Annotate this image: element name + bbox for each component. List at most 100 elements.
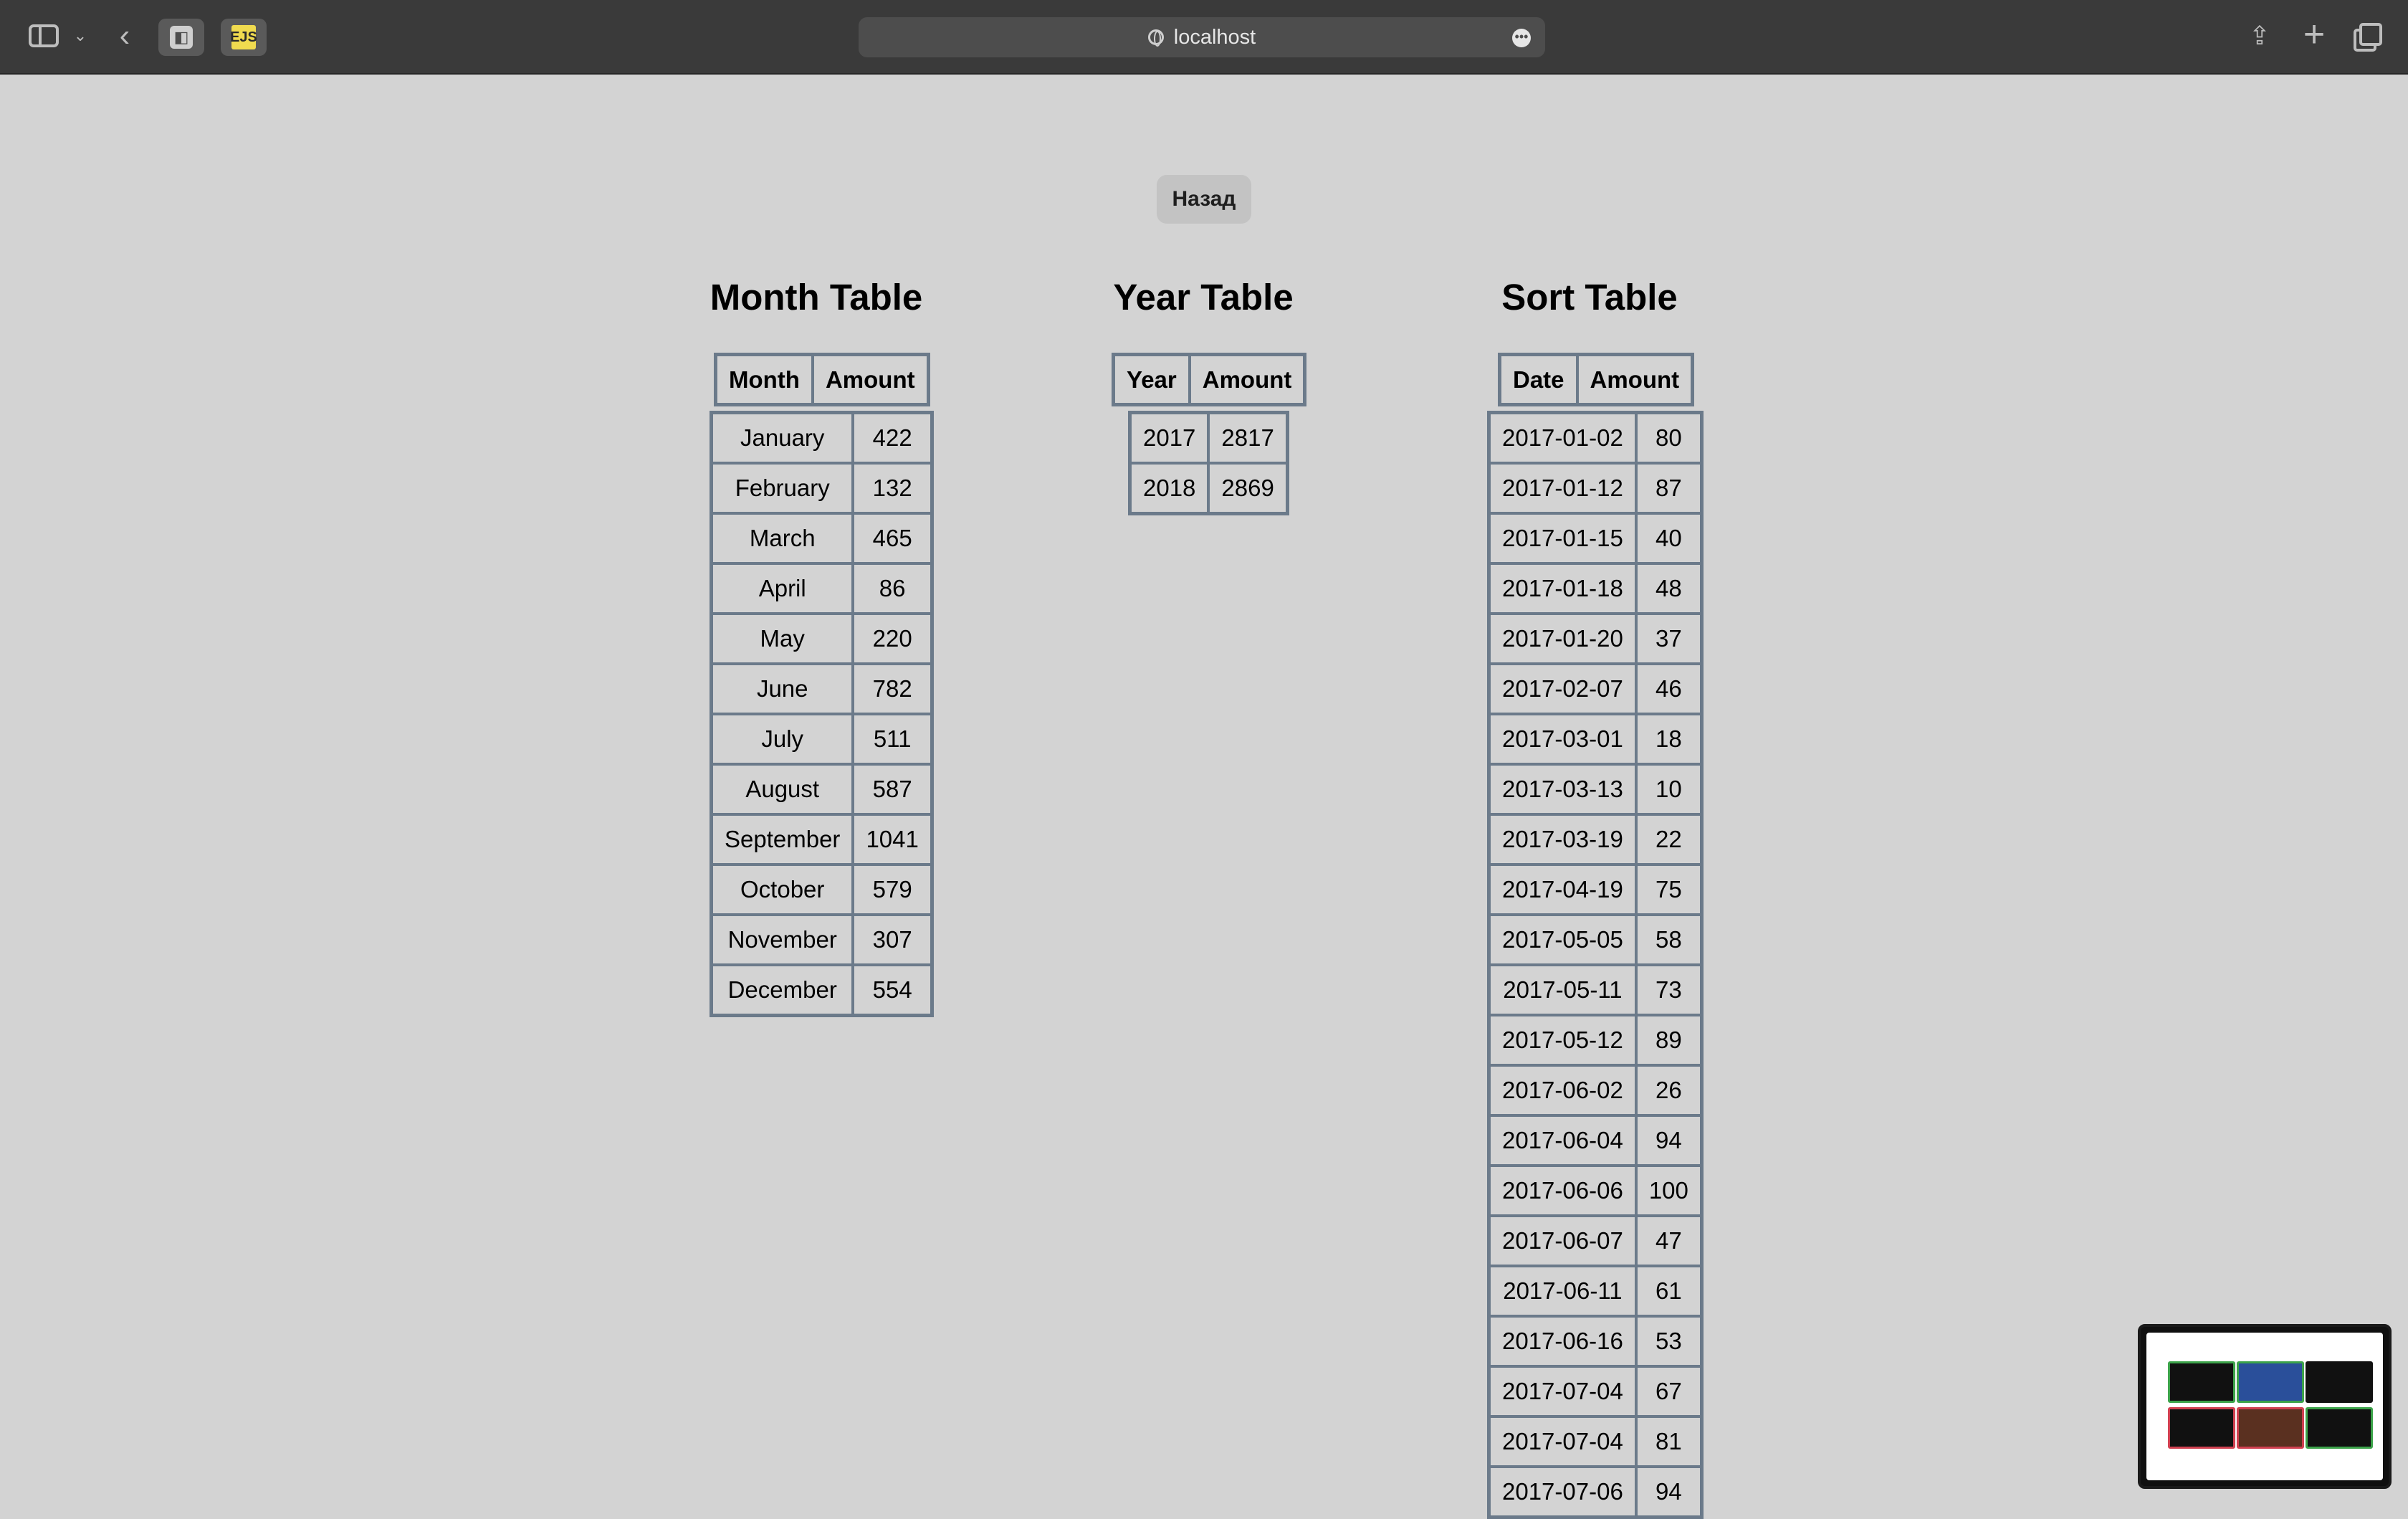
date-cell: 2017-06-16	[1489, 1316, 1636, 1366]
globe-icon	[1147, 29, 1164, 47]
month-header-table: Month Amount	[714, 353, 930, 406]
ejs-favicon-icon: EJS	[230, 25, 257, 49]
tab-favicon-icon: ◧	[170, 26, 193, 49]
amount-cell: 22	[1635, 814, 1701, 865]
table-row: 2017-06-11 61	[1489, 1266, 1701, 1316]
month-table: January 422 February 132 March 465 April 86 May 2…	[710, 411, 934, 1017]
amount-cell: 18	[1635, 714, 1701, 764]
share-icon[interactable]: ⇪	[2245, 19, 2274, 53]
table-row: August 587	[712, 764, 932, 814]
amount-cell: 579	[853, 865, 932, 915]
table-row: 2017-06-06 100	[1489, 1166, 1701, 1216]
table-row: 2017-05-05 58	[1489, 915, 1701, 965]
table-row: 2017-07-04 67	[1489, 1366, 1701, 1416]
table-row: November 307	[712, 915, 932, 965]
date-cell: 2017-07-04	[1489, 1366, 1636, 1416]
amount-cell: 1041	[853, 814, 932, 865]
chevron-down-icon[interactable]: ⌄	[72, 27, 89, 44]
table-row: 2017-03-13 10	[1489, 764, 1701, 814]
month-cell: November	[712, 915, 854, 965]
date-cell: 2017-07-04	[1489, 1416, 1636, 1467]
plus-icon[interactable]: +	[2300, 14, 2328, 55]
table-row: October 579	[712, 865, 932, 915]
date-header: Date	[1500, 355, 1577, 404]
table-row: May 220	[712, 614, 932, 664]
date-cell: 2017-01-15	[1489, 513, 1636, 563]
amount-header: Amount	[1189, 355, 1305, 404]
date-cell: 2017-06-06	[1489, 1166, 1636, 1216]
date-cell: 2017-02-07	[1489, 664, 1636, 714]
table-row: 2017-01-20 37	[1489, 614, 1701, 664]
amount-cell: 422	[853, 413, 932, 463]
table-row: 2017-01-15 40	[1489, 513, 1701, 563]
table-row: April 86	[712, 563, 932, 614]
amount-cell: 46	[1635, 664, 1701, 714]
preview-thumbnail	[2168, 1407, 2235, 1449]
date-cell: 2017-05-11	[1489, 965, 1636, 1015]
amount-cell: 100	[1635, 1166, 1701, 1216]
amount-cell: 47	[1635, 1216, 1701, 1266]
month-cell: March	[712, 513, 854, 563]
amount-cell: 40	[1635, 513, 1701, 563]
table-row: September 1041	[712, 814, 932, 865]
window-preview[interactable]	[2138, 1324, 2392, 1489]
month-cell: December	[712, 965, 854, 1015]
year-table-title: Year Table	[1113, 277, 1294, 318]
amount-cell: 94	[1635, 1467, 1701, 1517]
back-arrow-icon[interactable]: ‹	[112, 20, 138, 52]
amount-cell: 73	[1635, 965, 1701, 1015]
amount-cell: 86	[853, 563, 932, 614]
amount-cell: 89	[1635, 1015, 1701, 1065]
table-row: 2017-04-19 75	[1489, 865, 1701, 915]
amount-cell: 80	[1635, 413, 1701, 463]
table-row: 2017-01-18 48	[1489, 563, 1701, 614]
table-row: March 465	[712, 513, 932, 563]
table-row: 2017 2817	[1130, 413, 1287, 463]
date-cell: 2017-07-06	[1489, 1467, 1636, 1517]
browser-toolbar: ⌄ ‹ ◧ EJS localhost ••• ⇪ +	[0, 0, 2408, 75]
table-row: 2017-03-01 18	[1489, 714, 1701, 764]
tab-overview-icon[interactable]	[2354, 23, 2382, 52]
amount-cell: 37	[1635, 614, 1701, 664]
table-row: 2017-05-11 73	[1489, 965, 1701, 1015]
address-bar[interactable]: localhost •••	[859, 17, 1545, 57]
month-cell: October	[712, 865, 854, 915]
amount-cell: 26	[1635, 1065, 1701, 1115]
date-cell: 2017-05-05	[1489, 915, 1636, 965]
month-cell: May	[712, 614, 854, 664]
month-cell: September	[712, 814, 854, 865]
sort-table-title: Sort Table	[1501, 277, 1678, 318]
amount-cell: 220	[853, 614, 932, 664]
date-cell: 2017-01-18	[1489, 563, 1636, 614]
month-cell: August	[712, 764, 854, 814]
tab-1[interactable]: ◧	[158, 19, 204, 56]
month-cell: January	[712, 413, 854, 463]
sidebar-toggle-icon[interactable]	[29, 24, 59, 47]
table-row: 2017-06-07 47	[1489, 1216, 1701, 1266]
date-cell: 2017-04-19	[1489, 865, 1636, 915]
more-icon[interactable]: •••	[1512, 29, 1531, 47]
date-cell: 2017-06-11	[1489, 1266, 1636, 1316]
table-row: 2017-06-02 26	[1489, 1065, 1701, 1115]
table-row: 2017-02-07 46	[1489, 664, 1701, 714]
month-table-title: Month Table	[710, 277, 923, 318]
year-cell: 2017	[1130, 413, 1209, 463]
preview-thumbnail	[2237, 1361, 2304, 1403]
year-header-table: Year Amount	[1112, 353, 1307, 406]
sort-table: 2017-01-02 80 2017-01-12 87 2017-01-15 40 2017…	[1487, 411, 1704, 1519]
date-cell: 2017-03-19	[1489, 814, 1636, 865]
date-cell: 2017-01-12	[1489, 463, 1636, 513]
sort-header-table: Date Amount	[1498, 353, 1695, 406]
table-row: 2018 2869	[1130, 463, 1287, 513]
tab-2[interactable]: EJS	[221, 19, 267, 56]
back-button[interactable]: Назад	[1157, 175, 1251, 224]
date-cell: 2017-01-20	[1489, 614, 1636, 664]
amount-cell: 307	[853, 915, 932, 965]
preview-thumbnail	[2306, 1407, 2373, 1449]
amount-cell: 782	[853, 664, 932, 714]
date-cell: 2017-05-12	[1489, 1015, 1636, 1065]
amount-cell: 48	[1635, 563, 1701, 614]
amount-header: Amount	[1577, 355, 1693, 404]
amount-cell: 53	[1635, 1316, 1701, 1366]
month-cell: July	[712, 714, 854, 764]
